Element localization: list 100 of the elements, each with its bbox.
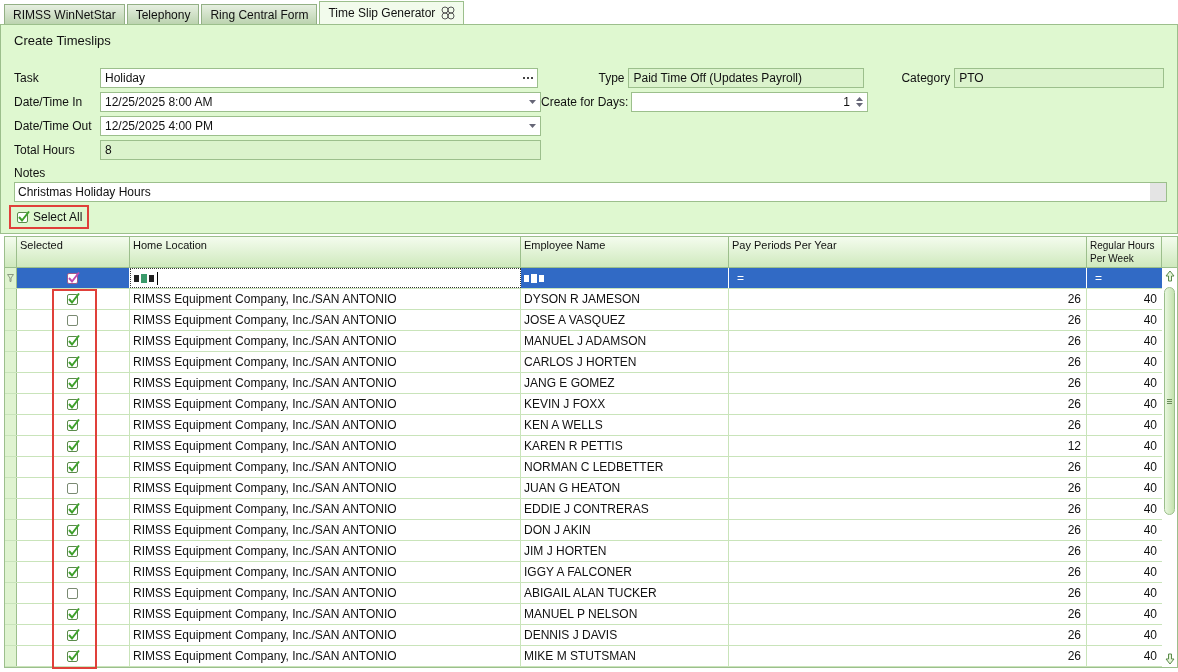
checkbox-checked-icon[interactable] bbox=[66, 439, 80, 453]
table-cell-text: 40 bbox=[1142, 396, 1158, 413]
table-cell: 26 bbox=[729, 562, 1087, 582]
checkbox-checked-icon[interactable] bbox=[66, 565, 80, 579]
scroll-up-icon[interactable] bbox=[1164, 270, 1175, 282]
table-cell: KEN A WELLS bbox=[521, 415, 729, 435]
field-label: Date/Time In bbox=[14, 93, 84, 111]
checkbox-checked-icon[interactable] bbox=[66, 355, 80, 369]
column-header[interactable]: Employee Name bbox=[521, 237, 729, 267]
table-cell-text: 40 bbox=[1142, 354, 1158, 371]
table-cell: RIMSS Equipment Company, Inc./SAN ANTONIO bbox=[130, 499, 521, 519]
table-cell: 26 bbox=[729, 457, 1087, 477]
table-cell: RIMSS Equipment Company, Inc./SAN ANTONIO bbox=[130, 457, 521, 477]
filter-operator[interactable]: = bbox=[1095, 269, 1102, 287]
table-cell: RIMSS Equipment Company, Inc./SAN ANTONIO bbox=[130, 331, 521, 351]
table-cell-text: 40 bbox=[1142, 333, 1158, 350]
tab[interactable]: RIMSS WinNetStar bbox=[4, 4, 125, 24]
filter-operator[interactable]: = bbox=[737, 269, 744, 287]
text-filter-icon[interactable] bbox=[524, 273, 544, 283]
checkbox-icon[interactable] bbox=[66, 586, 80, 600]
table-cell-text: 40 bbox=[1142, 501, 1158, 518]
table-cell: RIMSS Equipment Company, Inc./SAN ANTONIO bbox=[130, 436, 521, 456]
scrollbar[interactable] bbox=[1162, 268, 1177, 667]
table-cell-text: 40 bbox=[1142, 438, 1158, 455]
field-label: Category bbox=[900, 69, 952, 87]
checkbox-checked-icon[interactable] bbox=[66, 523, 80, 537]
field-label: Create for Days: bbox=[541, 93, 630, 111]
table-cell-text: 40 bbox=[1142, 291, 1158, 308]
checkbox-checked-icon[interactable] bbox=[16, 209, 30, 224]
total-hours-field[interactable]: 8 bbox=[100, 139, 541, 160]
filter-field[interactable] bbox=[130, 268, 521, 288]
checkbox-checked-icon[interactable] bbox=[66, 376, 80, 390]
table-cell: 26 bbox=[729, 604, 1087, 624]
table-cell: JANG E GOMEZ bbox=[521, 373, 729, 393]
table-cell: RIMSS Equipment Company, Inc./SAN ANTONIO bbox=[130, 541, 521, 561]
select-all-button[interactable]: Select All bbox=[9, 204, 90, 229]
text-filter-icon bbox=[134, 273, 154, 283]
table-cell-text: 40 bbox=[1142, 480, 1158, 497]
grip-icon bbox=[1167, 398, 1172, 404]
date-time-out-field[interactable]: 12/25/2025 4:00 PM bbox=[100, 115, 541, 136]
date-time-in-field[interactable]: 12/25/2025 8:00 AM bbox=[100, 91, 541, 112]
filter-icon bbox=[7, 274, 14, 282]
table-cell: ABIGAIL ALAN TUCKER bbox=[521, 583, 729, 603]
spin-arrows-icon[interactable] bbox=[856, 95, 863, 108]
tab[interactable]: Ring Central Form bbox=[201, 4, 318, 24]
table-cell: DENNIS J DAVIS bbox=[521, 625, 729, 645]
column-header[interactable]: Regular Hours Per Week bbox=[1087, 237, 1162, 267]
table-cell-text: 40 bbox=[1142, 627, 1158, 644]
checkbox-checked-icon[interactable] bbox=[66, 271, 80, 285]
table-cell-text: 40 bbox=[1142, 417, 1158, 434]
tab[interactable]: Telephony bbox=[126, 4, 200, 24]
table-cell: KEVIN J FOXX bbox=[521, 394, 729, 414]
checkbox-checked-icon[interactable] bbox=[66, 418, 80, 432]
caret-icon bbox=[529, 123, 536, 128]
checkbox-icon[interactable] bbox=[66, 481, 80, 495]
checkbox-checked-icon[interactable] bbox=[66, 334, 80, 348]
table-cell: MANUEL P NELSON bbox=[521, 604, 729, 624]
table-cell: MANUEL J ADAMSON bbox=[521, 331, 729, 351]
table-cell-text: 40 bbox=[1142, 312, 1158, 329]
checkbox-checked-icon[interactable] bbox=[66, 460, 80, 474]
days-spinner[interactable]: 1 bbox=[631, 91, 868, 112]
table-cell: 26 bbox=[729, 541, 1087, 561]
table-cell: DYSON R JAMESON bbox=[521, 289, 729, 309]
scrollbar-thumb[interactable] bbox=[1164, 287, 1175, 515]
checkbox-icon[interactable] bbox=[66, 313, 80, 327]
category-field[interactable]: PTO bbox=[954, 67, 1164, 88]
task-field[interactable]: Holiday bbox=[100, 67, 539, 88]
table-cell: 12 bbox=[729, 436, 1087, 456]
table-cell: 26 bbox=[729, 415, 1087, 435]
table-cell: 26 bbox=[729, 478, 1087, 498]
checkbox-checked-icon[interactable] bbox=[66, 544, 80, 558]
ellipsis-icon[interactable] bbox=[523, 76, 534, 79]
table-cell: CARLOS J HORTEN bbox=[521, 352, 729, 372]
table-cell: RIMSS Equipment Company, Inc./SAN ANTONIO bbox=[130, 415, 521, 435]
checkbox-checked-icon[interactable] bbox=[66, 397, 80, 411]
column-header[interactable]: Home Location bbox=[130, 237, 521, 267]
section-title: Create Timeslips bbox=[14, 32, 112, 50]
table-cell: RIMSS Equipment Company, Inc./SAN ANTONIO bbox=[130, 583, 521, 603]
column-header[interactable]: Selected bbox=[17, 237, 130, 267]
table-cell-text: 40 bbox=[1142, 564, 1158, 581]
checkbox-checked-icon[interactable] bbox=[66, 649, 80, 663]
table-cell: RIMSS Equipment Company, Inc./SAN ANTONIO bbox=[130, 604, 521, 624]
table-cell: RIMSS Equipment Company, Inc./SAN ANTONIO bbox=[130, 478, 521, 498]
table-cell: MIKE M STUTSMAN bbox=[521, 646, 729, 666]
table-cell: RIMSS Equipment Company, Inc./SAN ANTONIO bbox=[130, 373, 521, 393]
checkbox-checked-icon[interactable] bbox=[66, 628, 80, 642]
type-field[interactable]: Paid Time Off (Updates Payroll) bbox=[628, 67, 865, 88]
table-cell: IGGY A FALCONER bbox=[521, 562, 729, 582]
scroll-down-icon[interactable] bbox=[1164, 653, 1175, 665]
checkbox-checked-icon[interactable] bbox=[66, 607, 80, 621]
notes-field[interactable]: Christmas Holiday Hours bbox=[14, 181, 1167, 202]
checkbox-checked-icon[interactable] bbox=[66, 502, 80, 516]
checkbox-checked-icon[interactable] bbox=[66, 292, 80, 306]
table-cell: JUAN G HEATON bbox=[521, 478, 729, 498]
table-cell: JOSE A VASQUEZ bbox=[521, 310, 729, 330]
table-cell: EDDIE J CONTRERAS bbox=[521, 499, 729, 519]
tab[interactable]: Time Slip Generator bbox=[319, 1, 465, 24]
table-cell: 26 bbox=[729, 520, 1087, 540]
clover-icon[interactable] bbox=[441, 6, 456, 20]
column-header[interactable]: Pay Periods Per Year bbox=[729, 237, 1087, 267]
